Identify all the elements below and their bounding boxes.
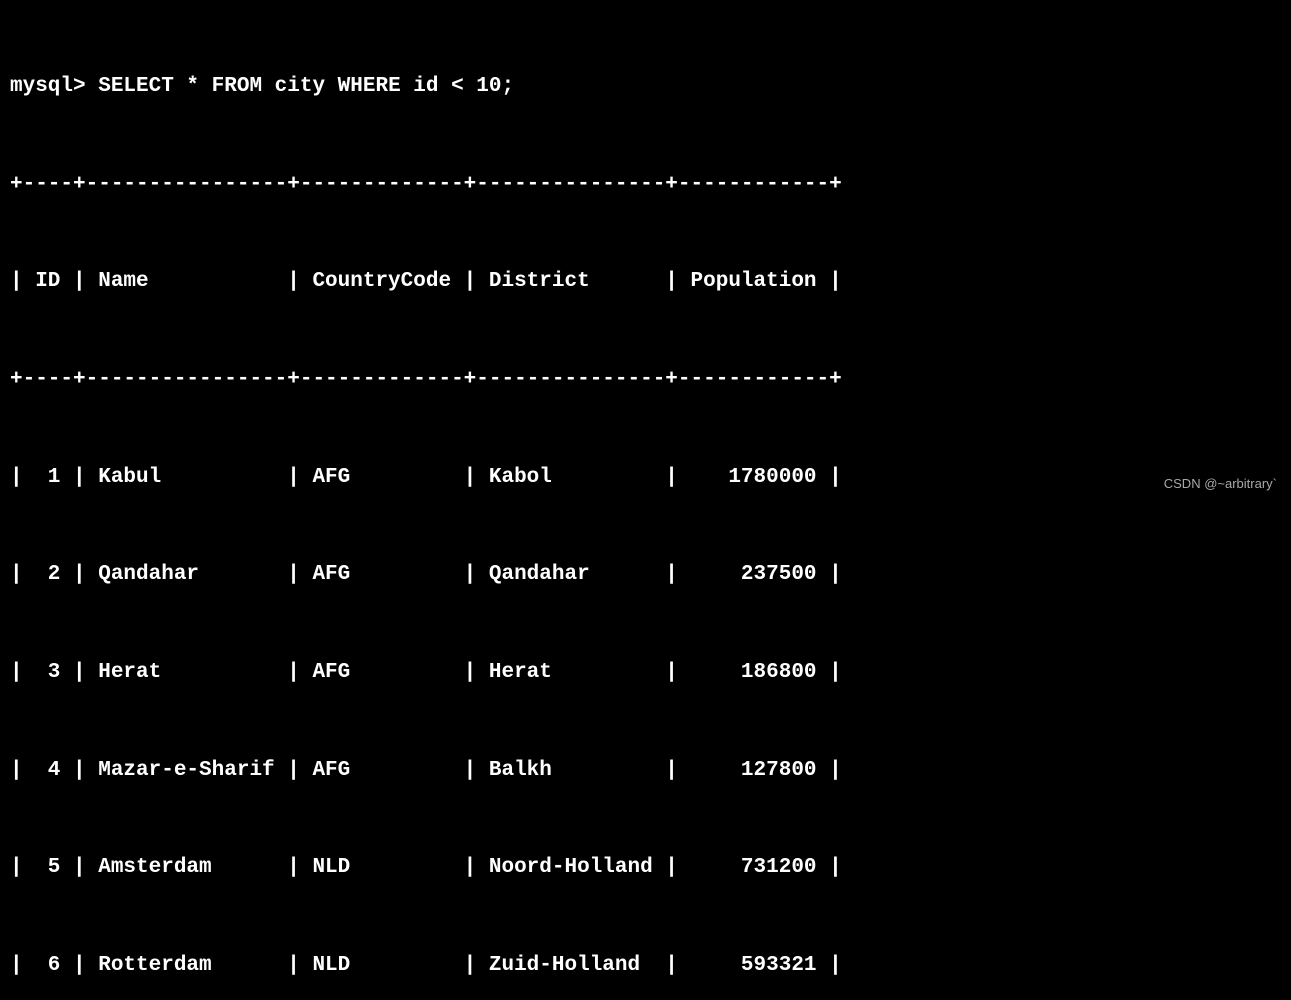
table-border-mid: +----+----------------+-------------+---…: [10, 364, 1281, 397]
mysql-prompt: mysql>: [10, 75, 98, 98]
table-row: | 6 | Rotterdam | NLD | Zuid-Holland | 5…: [10, 950, 1281, 983]
table-header-row: | ID | Name | CountryCode | District | P…: [10, 266, 1281, 299]
table-row: | 2 | Qandahar | AFG | Qandahar | 237500…: [10, 559, 1281, 592]
table-row: | 5 | Amsterdam | NLD | Noord-Holland | …: [10, 852, 1281, 885]
table-row: | 3 | Herat | AFG | Herat | 186800 |: [10, 657, 1281, 690]
mysql-terminal: mysql> SELECT * FROM city WHERE id < 10;…: [10, 6, 1281, 1000]
table-row: | 1 | Kabul | AFG | Kabol | 1780000 |: [10, 462, 1281, 495]
table-row: | 4 | Mazar-e-Sharif | AFG | Balkh | 127…: [10, 755, 1281, 788]
sql-query: SELECT * FROM city WHERE id < 10;: [98, 75, 514, 98]
table-border-top: +----+----------------+-------------+---…: [10, 169, 1281, 202]
query-line: mysql> SELECT * FROM city WHERE id < 10;: [10, 71, 1281, 104]
watermark: CSDN @~arbitrary`: [1164, 474, 1277, 494]
